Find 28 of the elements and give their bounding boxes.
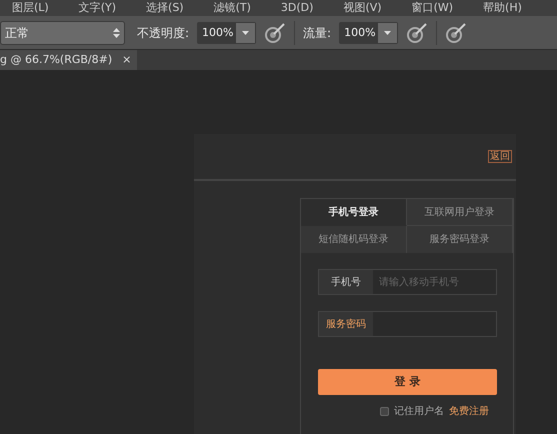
remember-label: 记住用户名 xyxy=(394,404,444,419)
updown-arrows-icon xyxy=(113,28,120,38)
close-button[interactable]: × xyxy=(122,52,132,68)
flow-label: 流量: xyxy=(303,24,332,42)
airbrush-icon[interactable] xyxy=(264,22,286,44)
document-tab-title: g @ 66.7%(RGB/8#) xyxy=(0,52,112,68)
menu-item[interactable]: 图层(L) xyxy=(12,0,49,16)
airbrush-icon[interactable] xyxy=(406,22,428,44)
register-link[interactable]: 免费注册 xyxy=(449,404,489,419)
menu-item[interactable]: 帮助(H) xyxy=(483,0,522,16)
menu-item[interactable]: 视图(V) xyxy=(343,0,382,16)
caret-icon xyxy=(242,30,250,34)
menu-item[interactable]: 选择(S) xyxy=(146,0,184,16)
menu-item[interactable]: 文字(Y) xyxy=(78,0,116,16)
login-tab[interactable]: 服务密码登录 xyxy=(407,226,513,253)
login-tab[interactable]: 互联网用户登录 xyxy=(407,199,513,226)
airbrush-icon[interactable] xyxy=(445,22,468,44)
login-button[interactable]: 登 录 xyxy=(318,369,497,395)
blend-mode-select[interactable]: 正常 xyxy=(0,20,125,44)
caret-icon xyxy=(384,30,392,34)
menu-item[interactable]: 3D(D) xyxy=(280,0,314,16)
menu-item[interactable]: 窗口(W) xyxy=(412,0,454,16)
opacity-label: 不透明度: xyxy=(137,24,190,42)
opacity-field[interactable]: 100% xyxy=(197,22,256,44)
menu-item[interactable]: 滤镜(T) xyxy=(214,0,251,16)
flow-field[interactable]: 100% xyxy=(339,22,398,44)
document-tab[interactable]: g @ 66.7%(RGB/8#) × xyxy=(0,50,138,70)
login-tab[interactable]: 短信随机码登录 xyxy=(301,226,407,253)
